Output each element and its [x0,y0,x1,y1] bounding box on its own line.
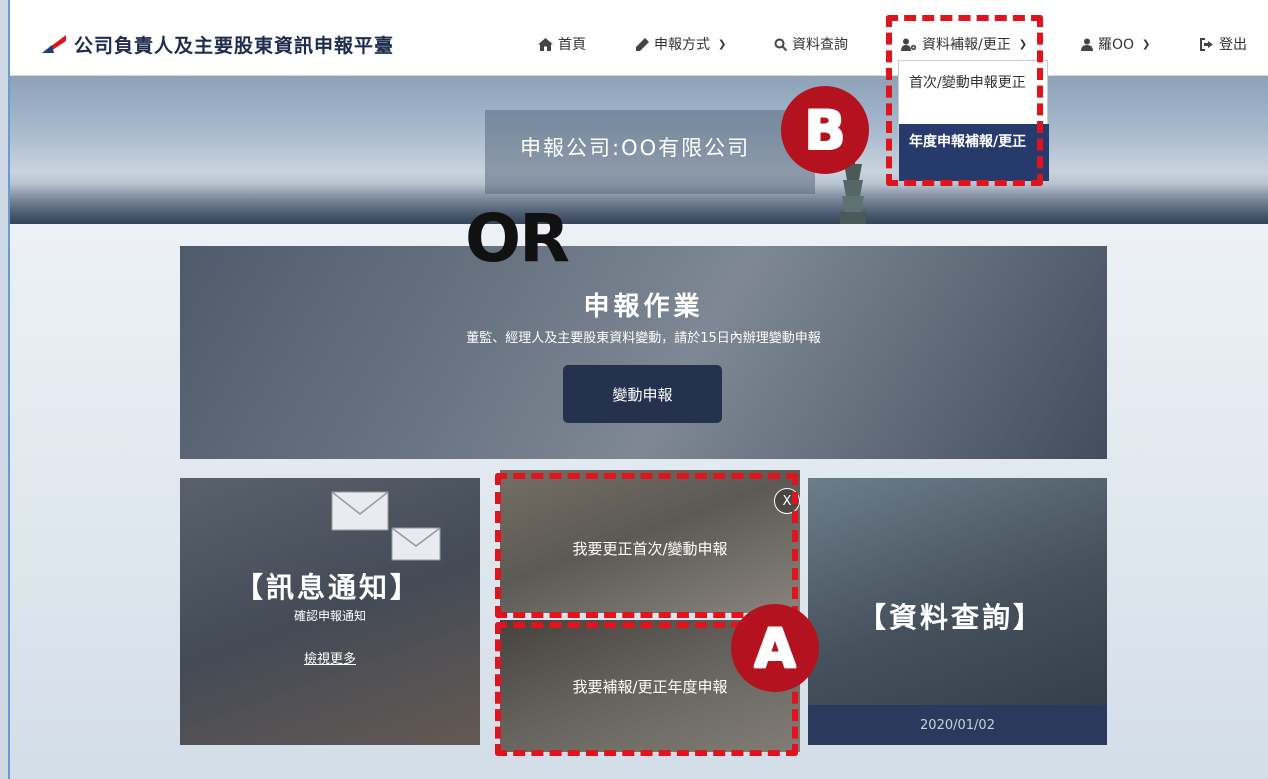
nav-data-query-label: 資料查詢 [792,37,848,53]
view-more-link[interactable]: 檢視更多 [180,648,480,667]
report-operation-title: 申報作業 [583,292,704,322]
message-notice-title: 【訊息通知】 [235,571,422,604]
brand-title: 公司負責人及主要股東資訊申報平臺 [74,34,395,57]
nav-home-label: 首頁 [558,37,586,53]
brand-logo-icon [42,35,66,53]
chevron-down-icon: ❯ [718,38,727,50]
nav-logout[interactable]: 登出 [1200,34,1247,54]
nav-home[interactable]: 首頁 [538,34,586,54]
message-notice-card[interactable]: 【訊息通知】 確認申報通知 檢視更多 [180,478,480,745]
envelope-icon [331,491,389,531]
nav-user[interactable]: 羅OO ❯ [1081,34,1150,54]
nav-data-query[interactable]: 資料查詢 [774,34,848,54]
annotation-label-a: A [731,604,819,692]
data-query-date: 2020/01/02 [808,705,1107,745]
data-query-title: 【資料查詢】 [858,601,1045,634]
search-icon [774,38,787,51]
report-operation-subtitle: 董監、經理人及主要股東資料變動，請於15日內辦理變動申報 [466,331,821,346]
annotation-or: OR [465,200,570,277]
message-notice-subtitle: 確認申報通知 [293,609,366,623]
nav-logout-label: 登出 [1219,37,1247,53]
logout-icon [1200,37,1213,51]
nav-report-method[interactable]: 申報方式 ❯ [636,34,726,54]
report-operation-card: 申報作業 董監、經理人及主要股東資料變動，請於15日內辦理變動申報 變動申報 [180,246,1107,459]
banner-title: 申報公司:OO有限公司 [520,136,751,160]
change-report-button[interactable]: 變動申報 [563,365,722,423]
annotation-label-b: B [781,86,869,174]
user-icon [1081,38,1093,51]
pencil-icon [636,37,649,51]
brand[interactable]: 公司負責人及主要股東資訊申報平臺 [40,30,394,58]
navbar: 公司負責人及主要股東資訊申報平臺 首頁 申報方式 ❯ 資料查詢 資料補報/更正 … [10,0,1268,76]
data-query-card[interactable]: 【資料查詢】 2020/01/02 [808,478,1107,745]
page-frame: 公司負責人及主要股東資訊申報平臺 首頁 申報方式 ❯ 資料查詢 資料補報/更正 … [8,0,1268,779]
highlight-box-b [886,15,1043,186]
nav-report-method-label: 申報方式 [654,37,710,53]
chevron-down-icon: ❯ [1142,38,1151,50]
highlight-box-a-top [495,473,798,618]
home-icon [538,37,553,51]
nav-user-label: 羅OO [1098,37,1135,53]
envelope-icon [391,527,441,561]
